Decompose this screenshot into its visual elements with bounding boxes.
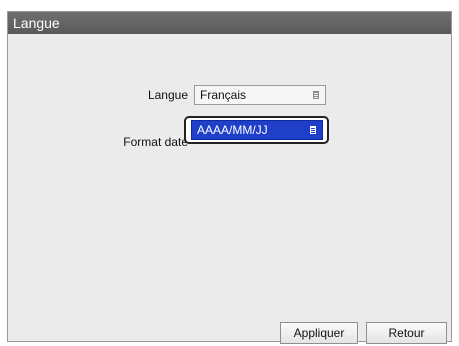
settings-window: Langue <box>7 11 452 342</box>
apply-button[interactable]: Appliquer <box>280 322 358 344</box>
date-format-select[interactable]: AAAA/MM/JJ <box>191 120 323 140</box>
back-button[interactable]: Retour <box>366 322 447 344</box>
dropdown-icon <box>313 91 319 99</box>
language-select-value: Français <box>200 88 247 102</box>
language-label: Langue <box>147 88 188 102</box>
language-select[interactable]: Français <box>194 85 326 105</box>
window-title: Langue <box>8 12 451 34</box>
date-format-select-value: AAAA/MM/JJ <box>197 123 268 137</box>
dropdown-icon <box>310 126 316 134</box>
date-format-label: Format date <box>123 135 188 149</box>
